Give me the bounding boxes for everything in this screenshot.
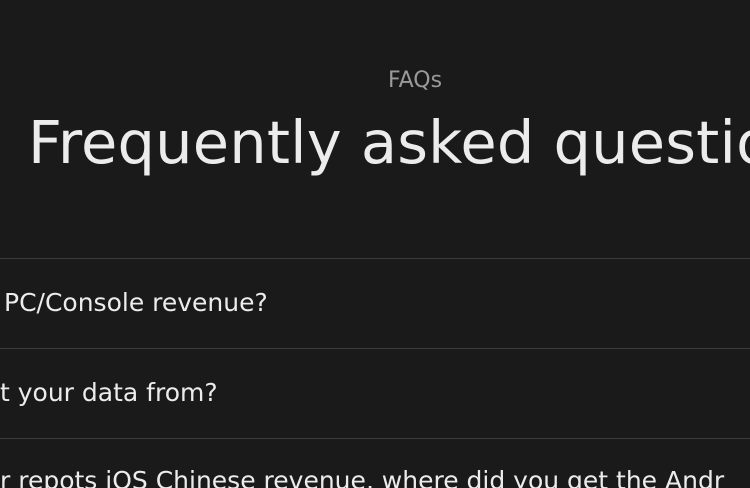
faq-question-3[interactable]: r repots iOS Chinese revenue, where did … [0,466,724,488]
faq-question-2[interactable]: t your data from? [0,378,218,408]
faq-divider [0,258,750,259]
faq-question-1[interactable]: PC/Console revenue? [4,288,268,318]
faq-eyebrow: FAQs [388,68,443,93]
page-title: Frequently asked questio [28,108,750,177]
faq-divider [0,438,750,439]
faq-divider [0,348,750,349]
